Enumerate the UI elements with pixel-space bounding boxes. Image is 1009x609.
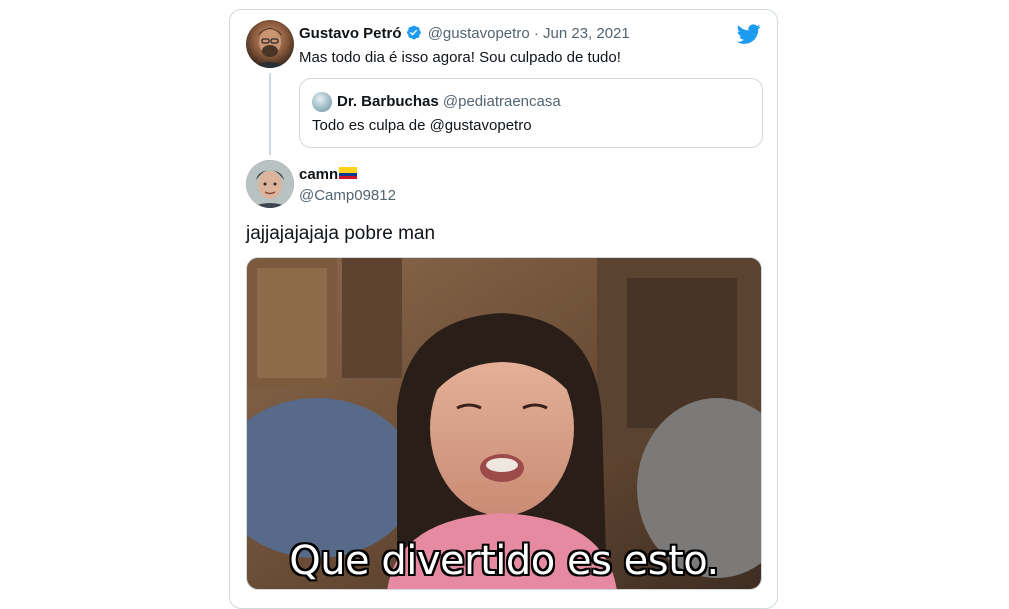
tweet-text: Mas todo dia é isso agora! Sou culpado d… [299, 49, 621, 66]
thread-connector-line [269, 73, 271, 155]
avatar-face-image [252, 28, 288, 68]
colombia-flag-icon [339, 167, 358, 179]
author-name[interactable]: Gustavo Petró [299, 25, 402, 42]
reply-author-name-text: camn [299, 166, 339, 183]
reply-author-name[interactable]: camn [299, 165, 358, 185]
header-separator: · [533, 25, 539, 42]
verified-badge-icon [406, 25, 421, 40]
quoted-author-name: Dr. Barbuchas [337, 93, 439, 110]
reply-media-gif[interactable]: Que divertido es esto. [246, 257, 762, 590]
quoted-author-handle: @pediatraencasa [442, 93, 561, 110]
reply-text: jajjajajajaja pobre man [246, 223, 436, 244]
twitter-bird-icon[interactable] [737, 22, 761, 46]
reply-author-handle[interactable]: @Camp09812 [299, 186, 396, 206]
tweet-date-link[interactable]: Jun 23, 2021 [543, 25, 630, 42]
quoted-author-avatar [312, 92, 332, 112]
reply-avatar-face-image [246, 160, 294, 208]
reply-author-avatar[interactable] [246, 160, 294, 208]
tweet-header: Gustavo Petró @gustavopetro · Jun 23, 20… [299, 24, 630, 44]
meme-caption: Que divertido es esto. [289, 538, 719, 584]
quoted-tweet-text: Todo es culpa de @gustavopetro [312, 117, 532, 134]
tweet-embed-card[interactable]: Gustavo Petró @gustavopetro · Jun 23, 20… [229, 9, 778, 609]
author-avatar[interactable] [246, 20, 294, 68]
quoted-tweet-header: Dr. Barbuchas @pediatraencasa [337, 92, 561, 112]
quoted-tweet[interactable]: Dr. Barbuchas @pediatraencasa Todo es cu… [299, 78, 763, 148]
author-handle[interactable]: @gustavopetro [428, 25, 530, 42]
